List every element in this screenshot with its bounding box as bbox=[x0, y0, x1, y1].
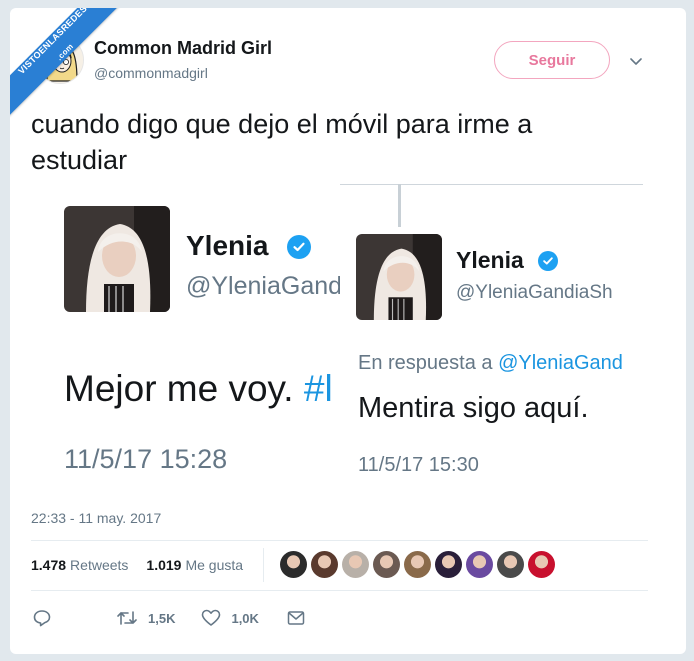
likes-label[interactable]: Me gusta bbox=[185, 557, 243, 573]
reply-icon bbox=[33, 610, 51, 627]
reply-mention: @YleniaGand bbox=[498, 352, 623, 374]
liker-avatar[interactable] bbox=[373, 551, 400, 578]
divider-top bbox=[31, 540, 648, 541]
liker-avatar[interactable] bbox=[497, 551, 524, 578]
like-count: 1,0K bbox=[231, 610, 259, 626]
liker-avatar[interactable] bbox=[528, 551, 555, 578]
retweet-count: 1,5K bbox=[148, 610, 176, 626]
tweet-text: cuando digo que dejo el móvil para irme … bbox=[31, 109, 533, 175]
screenshot-left-hashtag: #l bbox=[303, 368, 333, 409]
screenshot-left-text: Mejor me voy. #l bbox=[64, 368, 333, 410]
screenshot-right-reply-context: En respuesta a @YleniaGand bbox=[358, 352, 623, 375]
thread-divider bbox=[340, 184, 643, 185]
verified-badge-icon bbox=[538, 251, 558, 271]
screenshot-left-name: Ylenia bbox=[186, 230, 269, 261]
screenshot-right-text: Mentira sigo aquí. bbox=[358, 392, 589, 424]
reply-button[interactable] bbox=[32, 608, 52, 628]
direct-message-button[interactable] bbox=[287, 610, 305, 626]
retweet-button[interactable]: 1,5K bbox=[116, 609, 175, 627]
retweet-icon bbox=[117, 611, 137, 625]
author-name[interactable]: Common Madrid Girl bbox=[94, 38, 272, 59]
tweet-card: VISTOENLASREDES .com Common Madrid Girl @… bbox=[10, 8, 686, 654]
reply-prefix: En respuesta a bbox=[358, 352, 499, 374]
retweets-label[interactable]: Retweets bbox=[70, 557, 128, 573]
heart-icon bbox=[202, 609, 221, 626]
tweet-actions: 1,5K 1,0K bbox=[32, 606, 305, 630]
thread-connector bbox=[398, 184, 401, 227]
liker-avatar[interactable] bbox=[435, 551, 462, 578]
screenshot-left-text-main: Mejor me voy. bbox=[64, 368, 304, 409]
liker-avatar[interactable] bbox=[466, 551, 493, 578]
envelope-icon bbox=[287, 611, 305, 625]
liker-avatar[interactable] bbox=[311, 551, 338, 578]
tweet-timestamp[interactable]: 22:33 - 11 may. 2017 bbox=[31, 510, 161, 526]
tweet-stats: 1.478 Retweets 1.019 Me gusta bbox=[31, 557, 243, 573]
verified-badge-icon bbox=[287, 235, 311, 259]
ylenia-profile-photo bbox=[64, 206, 170, 312]
screenshot-right-date: 11/5/17 15:30 bbox=[358, 454, 479, 476]
screenshot-right-handle: @YleniaGandiaSh bbox=[456, 282, 613, 303]
liker-avatar[interactable] bbox=[342, 551, 369, 578]
retweets-count[interactable]: 1.478 bbox=[31, 557, 66, 573]
liker-avatar[interactable] bbox=[404, 551, 431, 578]
chevron-down-icon[interactable] bbox=[628, 53, 644, 69]
screenshot-left-date: 11/5/17 15:28 bbox=[64, 444, 228, 474]
likes-count[interactable]: 1.019 bbox=[146, 557, 181, 573]
divider-bottom bbox=[31, 590, 648, 591]
embedded-screenshot-left: Ylenia @YleniaGand Mejor me voy. #l 11/5… bbox=[32, 186, 340, 504]
like-button[interactable]: 1,0K bbox=[201, 609, 259, 627]
ylenia-profile-photo-reply bbox=[356, 234, 442, 320]
liker-avatars bbox=[280, 551, 555, 578]
follow-button[interactable]: Seguir bbox=[494, 41, 610, 79]
stats-separator bbox=[263, 548, 264, 582]
liker-avatar[interactable] bbox=[280, 551, 307, 578]
embedded-screenshot-right: Ylenia @YleniaGandiaSh En respuesta a @Y… bbox=[340, 228, 648, 490]
screenshot-right-name: Ylenia bbox=[456, 247, 524, 273]
author-handle[interactable]: @commonmadgirl bbox=[94, 65, 208, 81]
screenshot-left-handle: @YleniaGand bbox=[186, 272, 340, 300]
